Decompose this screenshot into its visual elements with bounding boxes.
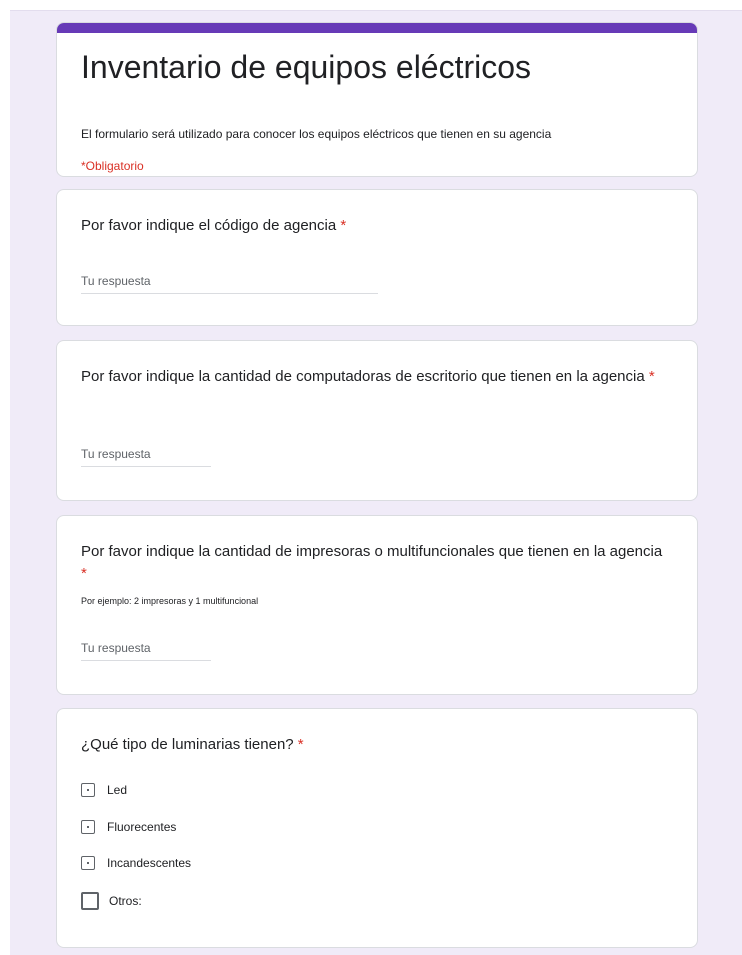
question-text: ¿Qué tipo de luminarias tienen? — [81, 736, 294, 753]
form-title: Inventario de equipos eléctricos — [81, 49, 532, 85]
header-accent-bar — [57, 23, 697, 33]
required-marker: * — [81, 565, 87, 582]
agency-code-input[interactable] — [81, 273, 378, 294]
checkbox-focus-dot — [87, 826, 89, 828]
option-led[interactable]: Led — [81, 780, 127, 800]
option-fluorecentes[interactable]: Fluorecentes — [81, 817, 176, 837]
question-title: Por favor indique el código de agencia * — [81, 215, 671, 237]
question-help-text: Por ejemplo: 2 impresoras y 1 multifunci… — [81, 596, 259, 606]
desktop-computers-input[interactable] — [81, 446, 211, 467]
question-title: Por favor indique la cantidad de computa… — [81, 366, 671, 388]
option-label: Led — [107, 783, 128, 797]
question-text: Por favor indique la cantidad de impreso… — [81, 543, 663, 560]
checkbox-focus-dot — [87, 862, 89, 864]
form-description: El formulario será utilizado para conoce… — [81, 127, 552, 141]
required-note: *Obligatorio — [81, 159, 144, 173]
checkbox[interactable] — [81, 856, 95, 870]
printers-input[interactable] — [81, 640, 211, 661]
question-text: Por favor indique el código de agencia — [81, 217, 337, 234]
question-card-desktop-computers: Por favor indique la cantidad de computa… — [56, 340, 698, 501]
option-otros[interactable]: Otros: — [81, 891, 142, 911]
form-header-card: Inventario de equipos eléctricos El form… — [56, 22, 698, 177]
question-text: Por favor indique la cantidad de computa… — [81, 368, 645, 385]
question-title: ¿Qué tipo de luminarias tienen? * — [81, 734, 671, 756]
option-label: Incandescentes — [107, 856, 192, 870]
question-card-luminaires: ¿Qué tipo de luminarias tienen? * Led Fl… — [56, 708, 698, 948]
checkbox[interactable] — [81, 783, 95, 797]
checkbox[interactable] — [81, 892, 99, 910]
option-label: Otros: — [109, 894, 142, 908]
checkbox-focus-dot — [87, 789, 89, 791]
question-card-printers: Por favor indique la cantidad de impreso… — [56, 515, 698, 695]
required-marker: * — [297, 736, 304, 753]
option-label: Fluorecentes — [107, 820, 177, 834]
required-marker: * — [648, 368, 655, 385]
question-title: Por favor indique la cantidad de impreso… — [81, 541, 671, 585]
question-card-agency-code: Por favor indique el código de agencia * — [56, 189, 698, 326]
option-incandescentes[interactable]: Incandescentes — [81, 853, 191, 873]
required-marker: * — [340, 217, 347, 234]
checkbox[interactable] — [81, 820, 95, 834]
